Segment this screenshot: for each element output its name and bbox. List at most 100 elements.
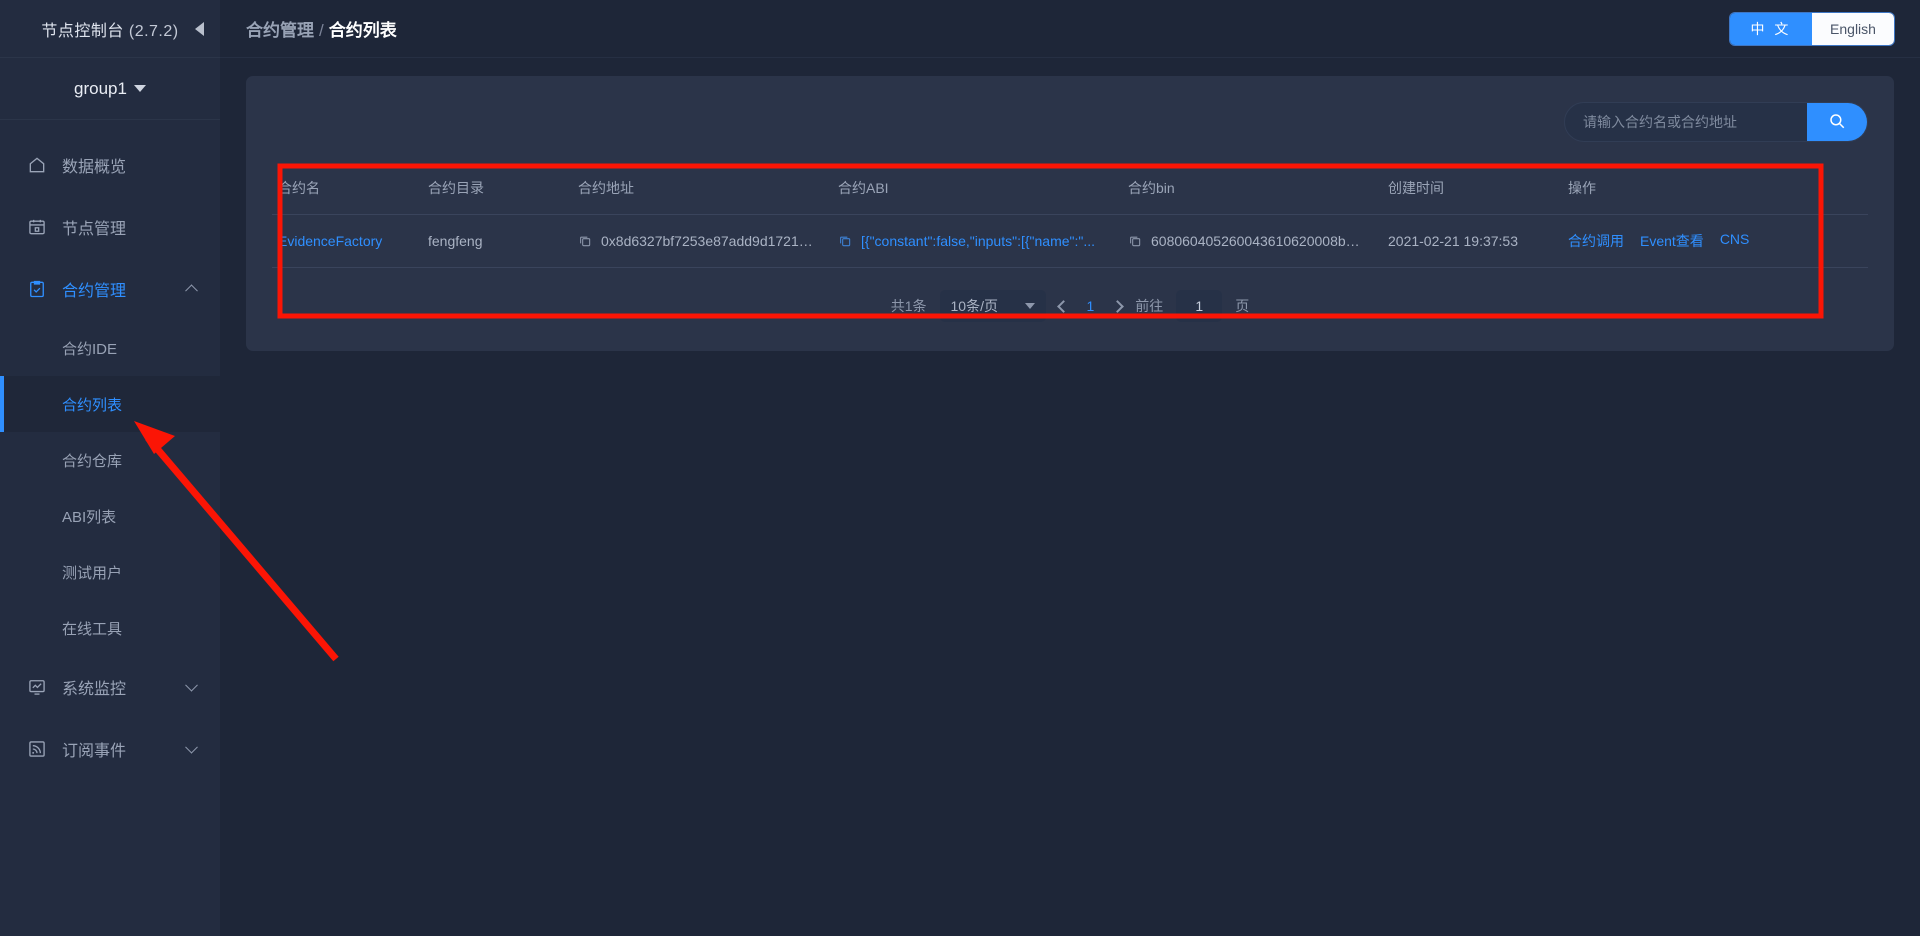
search-icon <box>1828 112 1846 133</box>
search-box <box>1564 102 1868 142</box>
col-contract-address: 合约地址 <box>572 164 832 215</box>
brand-version: (2.7.2) <box>128 22 179 40</box>
table-body: EvidenceFactory fengfeng 0x8d6327bf7253e… <box>272 214 1868 268</box>
contract-name-link[interactable]: EvidenceFactory <box>278 233 382 249</box>
search-input[interactable] <box>1565 103 1807 141</box>
sidebar-item-label: 数据概览 <box>62 159 127 176</box>
chevron-down-icon <box>133 85 146 92</box>
col-created-time: 创建时间 <box>1382 164 1562 215</box>
caret-left-icon[interactable] <box>195 21 204 36</box>
sidebar-item-test-user[interactable]: 测试用户 <box>0 544 220 600</box>
brand-header: 节点控制台 (2.7.2) <box>0 0 220 58</box>
sidebar-subitem-label: 测试用户 <box>62 564 123 582</box>
sidebar-subitem-label: ABI列表 <box>62 508 117 526</box>
chevron-down-icon <box>185 678 198 692</box>
sidebar-item-label: 节点管理 <box>62 221 127 238</box>
chevron-down-icon <box>185 740 198 754</box>
brand-name: 节点控制台 <box>41 22 124 40</box>
bin-text: 608060405260043610620008b576... <box>1151 233 1366 249</box>
address-copy-group: 0x8d6327bf7253e87add9d17212cc7... <box>578 233 826 249</box>
sidebar-subitem-label: 在线工具 <box>62 620 123 638</box>
top-bar: 合约管理 / 合约列表 中 文 English <box>220 0 1920 58</box>
sidebar-item-node-management[interactable]: 节点管理 <box>0 196 220 258</box>
cell-contract-abi: [{"constant":false,"inputs":[{"name":"..… <box>832 214 1122 268</box>
cell-contract-name: EvidenceFactory <box>272 214 422 268</box>
chevron-up-icon <box>185 284 198 298</box>
col-actions: 操作 <box>1562 164 1868 215</box>
sidebar-menu: 数据概览 节点管理 合约管理 合约IDE 合约列表 合约仓库 ABI列表 测试用… <box>0 120 220 780</box>
contract-table: 合约名 合约目录 合约地址 合约ABI 合约bin 创建时间 操作 Eviden… <box>272 164 1868 268</box>
pagination-jump-input[interactable] <box>1176 290 1223 322</box>
search-row <box>272 102 1868 142</box>
sidebar-item-label: 订阅事件 <box>62 743 127 760</box>
sidebar-subitem-label: 合约仓库 <box>62 452 123 470</box>
brand-title: 节点控制台 (2.7.2) <box>41 17 178 41</box>
pagination-prev-button[interactable] <box>1056 299 1070 313</box>
contract-list-card: 合约名 合约目录 合约地址 合约ABI 合约bin 创建时间 操作 Evi <box>246 76 1894 351</box>
bin-copy-group: 608060405260043610620008b576... <box>1128 233 1376 249</box>
sidebar-subitem-label: 合约列表 <box>62 396 123 414</box>
chevron-down-icon <box>1024 303 1035 309</box>
sidebar-item-contract-management[interactable]: 合约管理 <box>0 258 220 320</box>
table-header-row: 合约名 合约目录 合约地址 合约ABI 合约bin 创建时间 操作 <box>272 164 1868 215</box>
col-contract-abi: 合约ABI <box>832 164 1122 215</box>
sidebar-subitem-label: 合约IDE <box>62 340 118 358</box>
app-root: 节点控制台 (2.7.2) group1 数据概览 节点管理 合约管理 合约ID… <box>0 0 1920 936</box>
sidebar-item-subscribe-events[interactable]: 订阅事件 <box>0 718 220 780</box>
col-contract-name: 合约名 <box>272 164 422 215</box>
page-size-label: 10条/页 <box>950 298 998 314</box>
address-text: 0x8d6327bf7253e87add9d17212cc7... <box>601 233 816 249</box>
monitor-chart-icon <box>26 676 48 698</box>
group-selector[interactable]: group1 <box>0 58 220 120</box>
cell-created-time: 2021-02-21 19:37:53 <box>1382 214 1562 268</box>
pagination: 共1条 10条/页 1 前往 页 <box>272 290 1868 322</box>
sidebar-item-label: 系统监控 <box>62 681 127 698</box>
copy-icon[interactable] <box>1128 234 1142 248</box>
cell-contract-address: 0x8d6327bf7253e87add9d17212cc7... <box>572 214 832 268</box>
table-row: EvidenceFactory fengfeng 0x8d6327bf7253e… <box>272 214 1868 268</box>
sidebar-item-abi-list[interactable]: ABI列表 <box>0 488 220 544</box>
group-name: group1 <box>74 78 127 98</box>
pagination-next-button[interactable] <box>1111 299 1125 313</box>
abi-text[interactable]: [{"constant":false,"inputs":[{"name":"..… <box>861 233 1095 249</box>
sidebar-item-online-tools[interactable]: 在线工具 <box>0 600 220 656</box>
search-button[interactable] <box>1807 103 1867 141</box>
breadcrumb-current: 合约列表 <box>328 21 397 40</box>
action-links: 合约调用 Event查看 CNS <box>1568 231 1862 251</box>
breadcrumb: 合约管理 / 合约列表 <box>246 16 397 41</box>
language-toggle: 中 文 English <box>1730 12 1894 45</box>
page-size-select[interactable]: 10条/页 <box>939 290 1046 322</box>
lang-button-chinese[interactable]: 中 文 <box>1730 12 1812 45</box>
breadcrumb-separator: / <box>319 21 324 40</box>
cell-contract-path: fengfeng <box>422 214 572 268</box>
action-contract-call[interactable]: 合约调用 <box>1568 231 1624 251</box>
action-event-view[interactable]: Event查看 <box>1640 231 1704 251</box>
sidebar-item-contract-repo[interactable]: 合约仓库 <box>0 432 220 488</box>
abi-copy-group: [{"constant":false,"inputs":[{"name":"..… <box>838 233 1116 249</box>
sidebar: 节点控制台 (2.7.2) group1 数据概览 节点管理 合约管理 合约ID… <box>0 0 220 936</box>
sidebar-item-overview[interactable]: 数据概览 <box>0 134 220 196</box>
clipboard-check-icon <box>26 278 48 300</box>
sidebar-item-label: 合约管理 <box>62 283 127 300</box>
table-head: 合约名 合约目录 合约地址 合约ABI 合约bin 创建时间 操作 <box>272 164 1868 215</box>
col-contract-bin: 合约bin <box>1122 164 1382 215</box>
pagination-jump-label: 前往 <box>1135 298 1164 314</box>
breadcrumb-parent[interactable]: 合约管理 <box>246 21 314 40</box>
lang-button-english[interactable]: English <box>1812 12 1894 45</box>
pagination-page-1[interactable]: 1 <box>1081 298 1101 314</box>
copy-icon[interactable] <box>578 234 592 248</box>
content-area: 合约名 合约目录 合约地址 合约ABI 合约bin 创建时间 操作 Evi <box>220 58 1920 351</box>
cell-actions: 合约调用 Event查看 CNS <box>1562 214 1868 268</box>
home-icon <box>26 154 48 176</box>
sidebar-item-system-monitor[interactable]: 系统监控 <box>0 656 220 718</box>
copy-icon[interactable] <box>838 234 852 248</box>
pagination-total: 共1条 <box>890 298 927 314</box>
pagination-jump-suffix: 页 <box>1235 298 1250 314</box>
sidebar-item-contract-list[interactable]: 合约列表 <box>0 376 220 432</box>
sidebar-item-contract-ide[interactable]: 合约IDE <box>0 320 220 376</box>
main-area: 合约管理 / 合约列表 中 文 English 请输入合约名或合约地址 合约名 … <box>220 0 1920 936</box>
col-contract-path: 合约目录 <box>422 164 572 215</box>
calendar-icon <box>26 216 48 238</box>
cell-contract-bin: 608060405260043610620008b576... <box>1122 214 1382 268</box>
action-cns[interactable]: CNS <box>1720 231 1750 251</box>
